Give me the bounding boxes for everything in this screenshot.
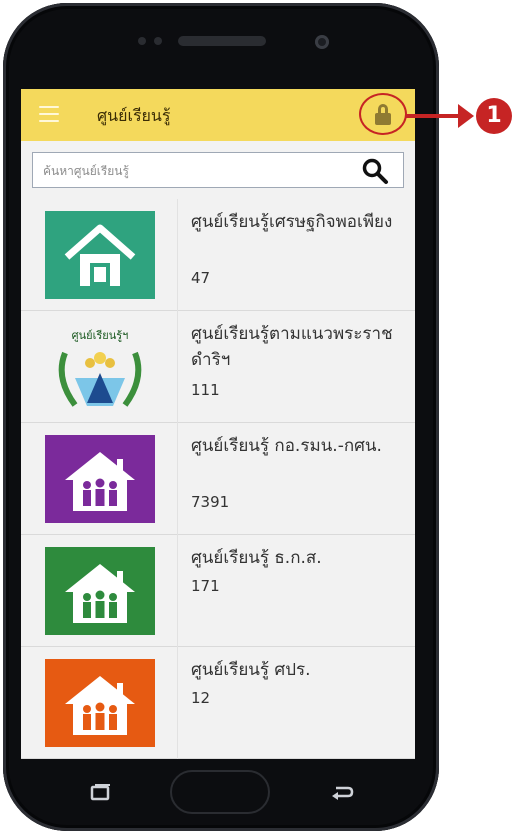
- callout-number-badge: 1: [476, 98, 512, 134]
- emblem-text: ศูนย์เรียนรู้ฯ: [72, 329, 129, 342]
- sensor-dot: [138, 37, 146, 45]
- back-icon[interactable]: [330, 782, 356, 802]
- home-button[interactable]: [170, 770, 270, 814]
- hamburger-menu-icon[interactable]: [39, 106, 59, 122]
- list-item[interactable]: ศูนย์เรียนรู้เศรษฐกิจพอเพียง 47: [21, 199, 415, 311]
- item-count: 7391: [191, 493, 230, 511]
- family-house-icon: [45, 659, 155, 747]
- search-bar: [32, 152, 404, 189]
- item-count: 171: [191, 577, 220, 595]
- search-icon[interactable]: [361, 157, 389, 185]
- speaker-grille: [178, 36, 266, 46]
- item-name: ศูนย์เรียนรู้ ธ.ก.ส.: [191, 548, 322, 568]
- app-screen: ศูนย์เรียนรู้ ศูนย์เรียนรู้เศรษฐกิจพอเพี…: [21, 89, 415, 759]
- sensor-dot: [154, 37, 162, 45]
- royal-initiative-emblem: ศูนย์เรียนรู้ฯ: [45, 323, 155, 411]
- family-house-icon: [45, 435, 155, 523]
- callout-highlight-ring: [359, 93, 407, 135]
- earpiece: [138, 33, 270, 49]
- app-bar: ศูนย์เรียนรู้: [21, 89, 415, 141]
- list-item[interactable]: ศูนย์เรียนรู้ กอ.รมน.-กศน. 7391: [21, 423, 415, 535]
- item-count: 12: [191, 689, 211, 707]
- list-item[interactable]: ศูนย์เรียนรู้ฯ ศูนย์เรียนรู้ตามแนวพระราช…: [21, 311, 415, 423]
- item-name: ศูนย์เรียนรู้เศรษฐกิจพอเพียง: [191, 212, 393, 232]
- recent-apps-icon[interactable]: [90, 783, 112, 801]
- page-title: ศูนย์เรียนรู้: [97, 106, 171, 125]
- item-name: ศูนย์เรียนรู้ กอ.รมน.-กศน.: [191, 436, 382, 456]
- list-item[interactable]: ศูนย์เรียนรู้ ธ.ก.ส. 171: [21, 535, 415, 647]
- item-count: 47: [191, 269, 211, 287]
- front-camera: [315, 35, 329, 49]
- sufficiency-economy-house-logo: [45, 211, 155, 299]
- search-input[interactable]: [33, 153, 365, 189]
- callout-arrow-icon: [458, 104, 474, 128]
- family-house-icon: [45, 547, 155, 635]
- item-name: ศูนย์เรียนรู้ตามแนวพระราชดำริฯ: [191, 324, 393, 370]
- item-name: ศูนย์เรียนรู้ ศปร.: [191, 660, 311, 680]
- item-count: 111: [191, 381, 220, 399]
- callout-arrow-line: [405, 114, 465, 118]
- list-item[interactable]: ศูนย์เรียนรู้ ศปร. 12: [21, 647, 415, 759]
